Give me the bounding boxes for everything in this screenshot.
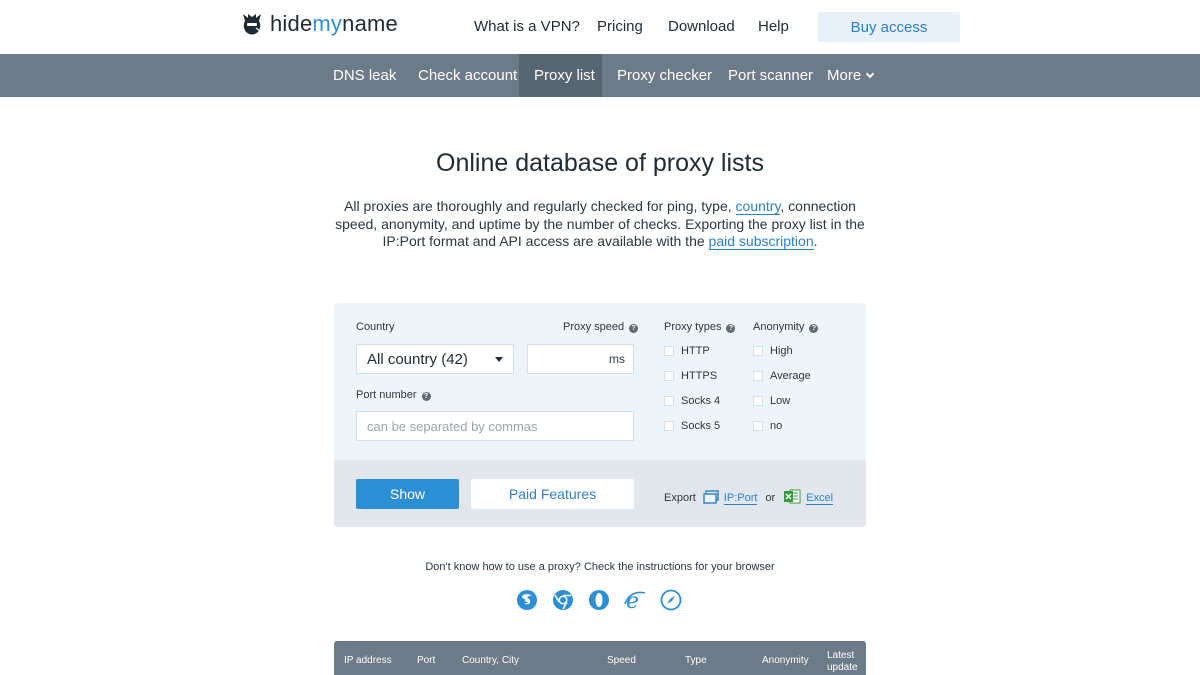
subnav-dns-leak[interactable]: DNS leak (318, 54, 411, 97)
type-http-checkbox[interactable]: HTTP (664, 345, 710, 357)
export-excel-link[interactable]: Excel (806, 492, 834, 505)
anon-no-checkbox[interactable]: no (753, 420, 782, 432)
export-label: Export (664, 492, 696, 504)
checkbox[interactable] (664, 371, 674, 381)
safari-icon[interactable] (660, 589, 682, 611)
opera-icon[interactable] (588, 589, 610, 611)
checkbox[interactable] (753, 396, 763, 406)
buy-access-button[interactable]: Buy access (818, 12, 960, 42)
subnav-more-label: More (827, 67, 862, 84)
port-number-input[interactable]: can be separated by commas (356, 411, 634, 441)
subnav-proxy-checker[interactable]: Proxy checker (602, 54, 727, 97)
help-icon[interactable]: ? (629, 324, 639, 333)
help-icon[interactable]: ? (421, 392, 431, 401)
page-title: Online database of proxy lists (436, 149, 764, 177)
help-icon[interactable]: ? (809, 324, 819, 333)
help-icon[interactable]: ? (726, 324, 736, 333)
chrome-icon[interactable] (552, 589, 574, 611)
col-country-city[interactable]: Country, City (462, 655, 519, 666)
nav-help[interactable]: Help (758, 18, 789, 35)
col-ip-address[interactable]: IP address (344, 655, 392, 666)
subnav-proxy-list[interactable]: Proxy list (519, 54, 602, 97)
ninja-logo-icon (240, 11, 264, 37)
speed-unit: ms (609, 352, 625, 366)
country-select[interactable]: All country (42) (356, 344, 514, 374)
excel-icon (784, 489, 801, 507)
checkbox[interactable] (664, 421, 674, 431)
firefox-icon[interactable] (516, 589, 538, 611)
subnav-more[interactable]: More (812, 54, 888, 97)
top-header: hidemyname What is a VPN? Pricing Downlo… (0, 0, 1200, 54)
country-select-value: All country (42) (367, 350, 468, 368)
col-port[interactable]: Port (417, 655, 435, 666)
country-label: Country (356, 321, 395, 333)
type-https-checkbox[interactable]: HTTPS (664, 370, 717, 382)
checkbox[interactable] (753, 371, 763, 381)
brand-name: hidemyname (270, 11, 398, 36)
port-placeholder: can be separated by commas (367, 418, 538, 434)
paid-subscription-link[interactable]: paid subscription (708, 233, 814, 250)
col-speed[interactable]: Speed (607, 655, 636, 666)
checkbox[interactable] (664, 346, 674, 356)
country-link[interactable]: country (735, 198, 781, 215)
export-ipport-link[interactable]: IP:Port (723, 492, 758, 505)
col-anonymity[interactable]: Anonymity (762, 655, 809, 666)
port-number-label: Port number? (356, 389, 431, 401)
logo[interactable]: hidemyname (240, 9, 398, 39)
anon-low-checkbox[interactable]: Low (753, 395, 790, 407)
col-latest-update[interactable]: Latest update (827, 650, 858, 674)
type-socks5-checkbox[interactable]: Socks 5 (664, 420, 720, 432)
checkbox[interactable] (753, 421, 763, 431)
dropdown-arrow-icon (495, 357, 503, 362)
proxy-speed-input[interactable]: ms (527, 344, 634, 374)
window-icon (703, 489, 719, 507)
type-socks4-checkbox[interactable]: Socks 4 (664, 395, 720, 407)
chevron-down-icon (865, 69, 875, 79)
nav-download[interactable]: Download (668, 18, 735, 35)
proxy-types-label: Proxy types? (664, 321, 736, 333)
checkbox[interactable] (753, 346, 763, 356)
proxy-speed-label: Proxy speed? (563, 321, 639, 333)
anon-high-checkbox[interactable]: High (753, 345, 793, 357)
ie-icon[interactable]: e (624, 589, 646, 614)
subnav-check-account[interactable]: Check account (403, 54, 532, 97)
anonymity-label: Anonymity? (753, 321, 819, 333)
paid-features-button[interactable]: Paid Features (471, 479, 634, 509)
proxy-table-header: IP address Port Country, City Speed Type… (334, 641, 866, 675)
browser-help-text: Don't know how to use a proxy? Check the… (425, 561, 775, 573)
browser-icons: e (516, 589, 682, 614)
anon-average-checkbox[interactable]: Average (753, 370, 811, 382)
nav-pricing[interactable]: Pricing (597, 18, 643, 35)
intro-text: All proxies are thoroughly and regularly… (335, 198, 865, 250)
checkbox[interactable] (664, 396, 674, 406)
show-button[interactable]: Show (356, 479, 459, 509)
col-type[interactable]: Type (685, 655, 707, 666)
export-links: Export IP:Port or Excel (664, 489, 834, 507)
tools-nav: DNS leak Check account Proxy list Proxy … (0, 54, 1200, 97)
subnav-port-scanner[interactable]: Port scanner (713, 54, 828, 97)
filter-panel: Country All country (42) Proxy speed? ms… (334, 303, 866, 527)
export-or: or (765, 492, 776, 504)
nav-what-is-vpn[interactable]: What is a VPN? (474, 18, 580, 35)
